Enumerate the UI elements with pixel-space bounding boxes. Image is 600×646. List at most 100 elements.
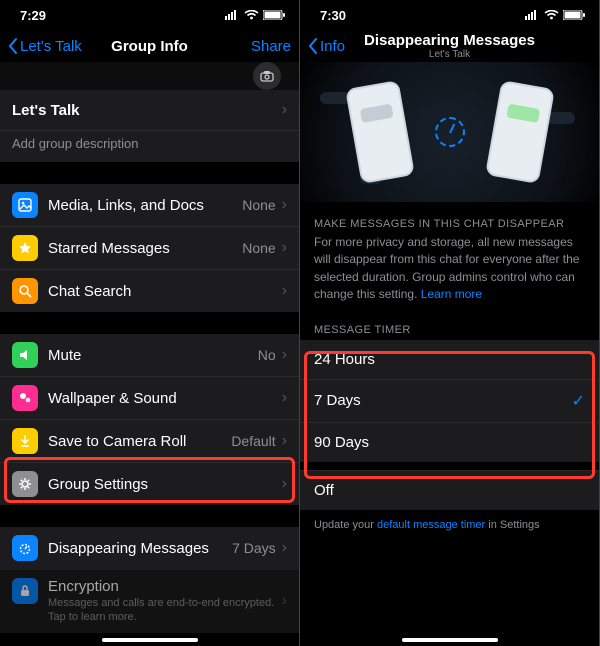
group-name-cell[interactable]: Let's Talk ›	[0, 90, 299, 130]
signal-icon	[225, 10, 240, 20]
title-text: Disappearing Messages	[364, 32, 535, 49]
back-label: Let's Talk	[20, 38, 82, 55]
chevron-left-icon	[8, 38, 18, 54]
row-save-camera-roll[interactable]: Save to Camera Roll Default ›	[0, 419, 299, 462]
footer-text: Update your	[314, 519, 377, 531]
row-label: Starred Messages	[48, 240, 242, 257]
content: MAKE MESSAGES IN THIS CHAT DISAPPEAR For…	[300, 62, 599, 646]
message-bubble-icon	[506, 104, 540, 123]
chevron-right-icon: ›	[282, 346, 287, 364]
status-indicators	[225, 10, 285, 20]
chevron-right-icon: ›	[282, 432, 287, 450]
option-label: 24 Hours	[314, 351, 375, 368]
group-description-cell[interactable]: Add group description	[0, 130, 299, 162]
row-starred[interactable]: Starred Messages None ›	[0, 226, 299, 269]
row-label: Wallpaper & Sound	[48, 390, 282, 407]
row-wallpaper[interactable]: Wallpaper & Sound ›	[0, 376, 299, 419]
download-icon	[12, 428, 38, 454]
footer-text: in Settings	[485, 519, 539, 531]
wallpaper-icon	[12, 385, 38, 411]
status-time: 7:29	[20, 8, 46, 23]
share-button[interactable]: Share	[251, 38, 291, 55]
default-timer-link[interactable]: default message timer	[377, 519, 485, 531]
speaker-icon	[12, 342, 38, 368]
section-heading: MAKE MESSAGES IN THIS CHAT DISAPPEAR	[300, 212, 599, 234]
footer-hint: Update your default message timer in Set…	[300, 510, 599, 541]
option-90-days[interactable]: 90 Days	[300, 422, 599, 462]
chevron-right-icon: ›	[282, 475, 287, 493]
gear-icon	[12, 471, 38, 497]
row-label: Group Settings	[48, 476, 282, 493]
row-media[interactable]: Media, Links, and Docs None ›	[0, 184, 299, 226]
home-indicator[interactable]	[402, 638, 498, 642]
chevron-left-icon	[308, 38, 318, 54]
option-off[interactable]: Off	[300, 470, 599, 510]
row-value: No	[258, 347, 276, 363]
option-label: Off	[314, 482, 334, 499]
status-bar: 7:29	[0, 0, 299, 30]
description: For more privacy and storage, all new me…	[300, 234, 599, 318]
home-indicator[interactable]	[102, 638, 198, 642]
row-label: Disappearing Messages	[48, 540, 232, 557]
group-name: Let's Talk	[12, 102, 282, 119]
lock-icon	[12, 578, 38, 604]
chevron-right-icon: ›	[282, 539, 287, 557]
row-label: Save to Camera Roll	[48, 433, 231, 450]
battery-icon	[263, 10, 285, 20]
timer-header: MESSAGE TIMER	[300, 318, 599, 340]
row-encryption[interactable]: Encryption Messages and calls are end-to…	[0, 569, 299, 633]
option-label: 7 Days	[314, 392, 361, 409]
illustration	[300, 62, 599, 202]
message-bubble-icon	[359, 104, 393, 123]
row-label: Media, Links, and Docs	[48, 197, 242, 214]
row-group-settings[interactable]: Group Settings ›	[0, 462, 299, 505]
battery-icon	[563, 10, 585, 20]
learn-more-link[interactable]: Learn more	[421, 287, 482, 301]
chevron-right-icon: ›	[282, 101, 287, 119]
row-disappearing-messages[interactable]: Disappearing Messages 7 Days ›	[0, 527, 299, 569]
nav-bar: Info Disappearing Messages Let's Talk	[300, 30, 599, 62]
phone-icon	[345, 80, 415, 184]
photo-icon	[12, 192, 38, 218]
row-subtitle: Messages and calls are end-to-end encryp…	[48, 596, 282, 625]
timer-icon	[435, 117, 465, 147]
nav-bar: Let's Talk Group Info Share	[0, 30, 299, 62]
timer-icon	[12, 535, 38, 561]
option-7-days[interactable]: 7 Days ✓	[300, 379, 599, 422]
search-icon	[12, 278, 38, 304]
camera-icon[interactable]	[253, 62, 281, 90]
row-value: None	[242, 197, 275, 213]
status-bar: 7:30	[300, 0, 599, 30]
row-label: Chat Search	[48, 283, 282, 300]
row-chat-search[interactable]: Chat Search ›	[0, 269, 299, 312]
star-icon	[12, 235, 38, 261]
back-button[interactable]: Info	[308, 38, 345, 55]
signal-icon	[525, 10, 540, 20]
row-label: Encryption	[48, 578, 282, 595]
row-value: Default	[231, 433, 275, 449]
wifi-icon	[544, 10, 559, 20]
chevron-right-icon: ›	[282, 282, 287, 300]
chevron-right-icon: ›	[282, 239, 287, 257]
row-mute[interactable]: Mute No ›	[0, 334, 299, 376]
wifi-icon	[244, 10, 259, 20]
phone-icon	[485, 80, 555, 184]
group-description: Add group description	[12, 136, 287, 151]
cloud-icon	[320, 92, 350, 104]
checkmark-icon: ✓	[572, 391, 585, 411]
row-value: 7 Days	[232, 540, 276, 556]
status-time: 7:30	[320, 8, 346, 23]
back-label: Info	[320, 38, 345, 55]
option-label: 90 Days	[314, 434, 369, 451]
back-button[interactable]: Let's Talk	[8, 38, 82, 55]
screen-disappearing-messages: 7:30 Info Disappearing Messages Let's Ta…	[300, 0, 600, 646]
option-24-hours[interactable]: 24 Hours	[300, 340, 599, 379]
content: Let's Talk › Add group description Media…	[0, 62, 299, 646]
row-value: None	[242, 240, 275, 256]
chevron-right-icon: ›	[282, 196, 287, 214]
status-indicators	[525, 10, 585, 20]
chevron-right-icon: ›	[282, 592, 287, 610]
row-label: Mute	[48, 347, 258, 364]
chevron-right-icon: ›	[282, 389, 287, 407]
screen-group-info: 7:29 Let's Talk Group Info Share Let's T…	[0, 0, 300, 646]
